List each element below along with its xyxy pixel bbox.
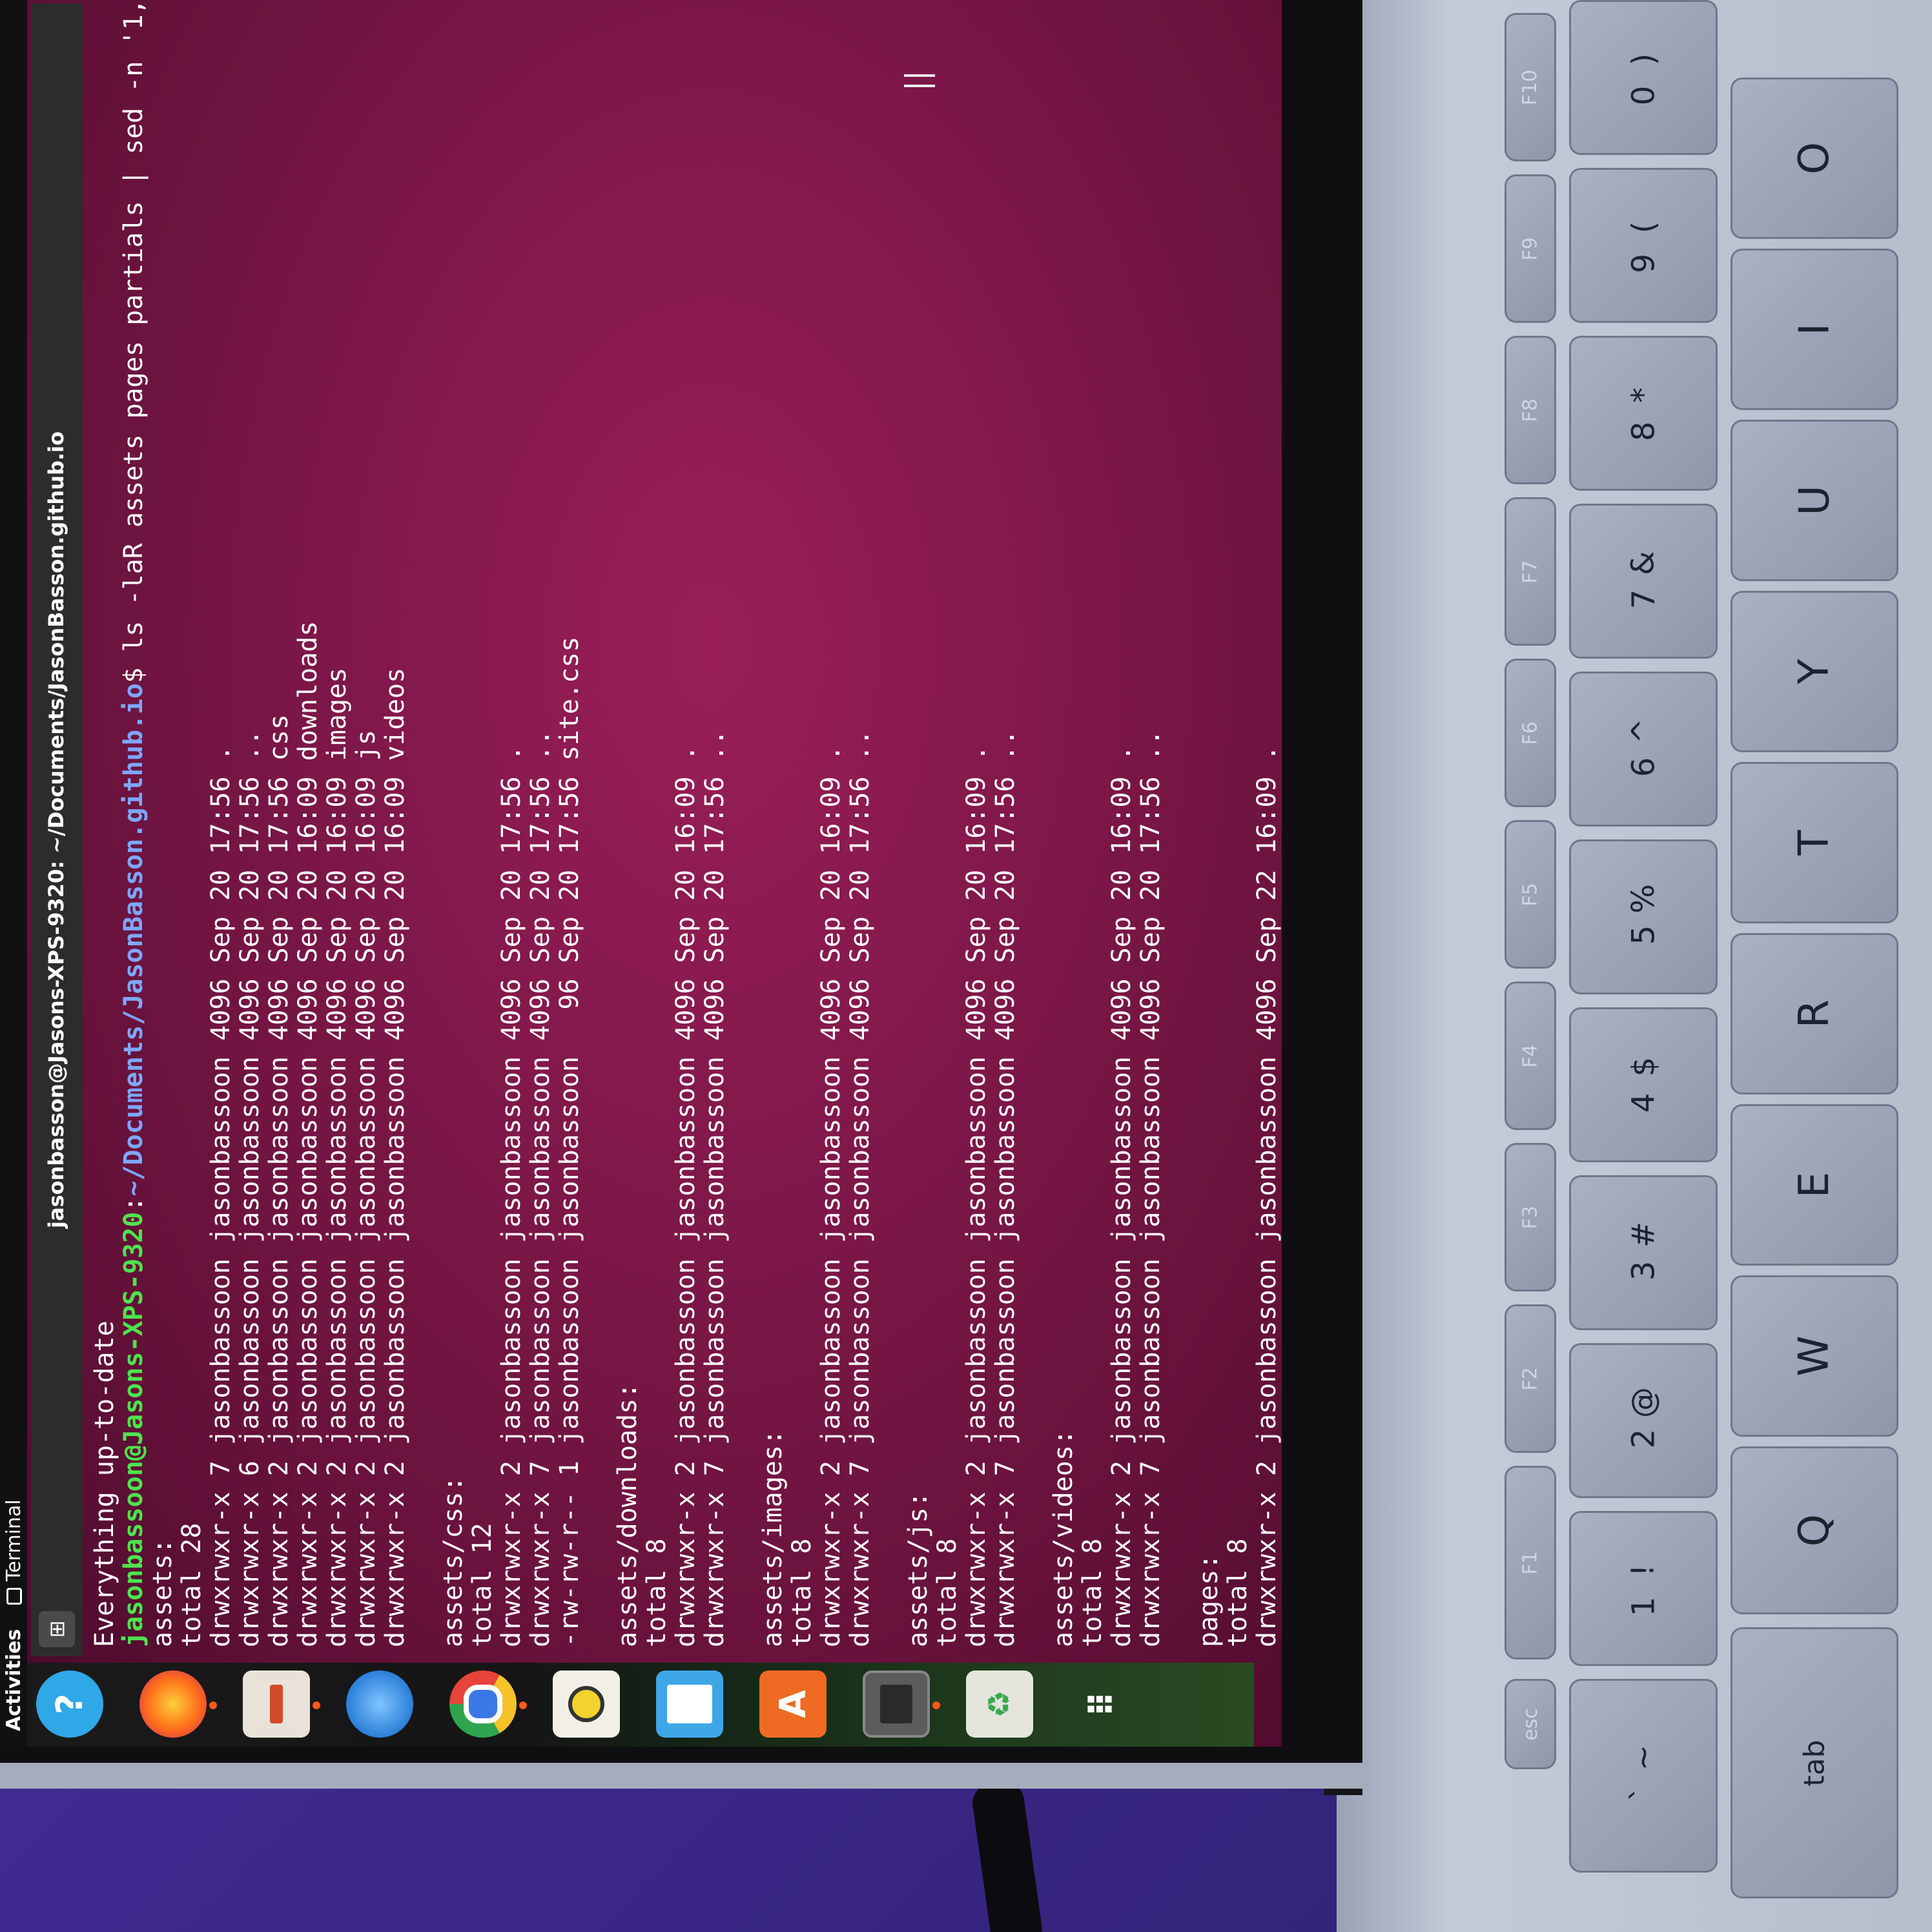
key-3[interactable]: #3 <box>1569 1175 1718 1330</box>
keyboard-deck: esc F1 F2 F3 F4 F5 F6 F7 F8 F9 F10 ~ ` ! 1… <box>1337 0 1932 1932</box>
lid-edge <box>0 1763 1369 1789</box>
command-text: ls -laR assets pages partials | sed -n '… <box>119 0 149 668</box>
running-indicator <box>519 1701 527 1709</box>
key-f5[interactable]: F5 <box>1505 820 1556 969</box>
key-f9[interactable]: F9 <box>1505 174 1556 323</box>
firefox-icon[interactable] <box>139 1670 207 1738</box>
key-0[interactable]: ) 0 <box>1569 0 1718 155</box>
running-indicator <box>932 1701 940 1709</box>
key-5[interactable]: % 5 <box>1569 839 1718 994</box>
prompt-path: ~/Documents/JasonBasson.github.io <box>119 683 149 1197</box>
key-2[interactable]: @2 <box>1569 1343 1718 1498</box>
dock: ? A ♻ ⠿ <box>27 1663 1254 1747</box>
help-icon[interactable]: ? <box>36 1670 103 1738</box>
app-menu[interactable]: Terminal <box>3 1499 25 1605</box>
terminal-icon[interactable] <box>863 1670 930 1738</box>
key-7[interactable]: & 7 <box>1569 504 1718 659</box>
thunderbird-icon[interactable] <box>346 1670 413 1738</box>
key-8[interactable]: * 8 <box>1569 336 1718 491</box>
key-6[interactable]: ^ 6 <box>1569 672 1718 827</box>
key-9[interactable]: (9 <box>1569 168 1718 323</box>
writer-icon[interactable] <box>656 1670 723 1738</box>
key-backtick[interactable]: ~ ` <box>1569 1679 1718 1873</box>
prompt-end: $ <box>119 667 149 683</box>
terminal-titlebar: ⊞ jasonbasson@Jasons-XPS-9320: ~/Documen… <box>31 3 83 1656</box>
key-f6[interactable]: F6 <box>1505 659 1556 807</box>
rhythmbox-icon[interactable] <box>553 1670 620 1738</box>
key-f2[interactable]: F2 <box>1505 1304 1556 1453</box>
key-4[interactable]: $4 <box>1569 1007 1718 1162</box>
key-f4[interactable]: F4 <box>1505 981 1556 1130</box>
terminal-content[interactable]: Everything up-to-date jasonbassoon@Jason… <box>85 0 1282 1656</box>
key-i[interactable]: I <box>1731 249 1898 410</box>
key-esc[interactable]: esc <box>1505 1679 1556 1769</box>
app-grid-icon[interactable]: ⠿ <box>1069 1670 1136 1738</box>
key-f3[interactable]: F3 <box>1505 1143 1556 1291</box>
key-q[interactable]: Q <box>1731 1446 1898 1614</box>
key-r[interactable]: R <box>1731 933 1898 1094</box>
key-o[interactable]: O <box>1731 77 1898 239</box>
key-f7[interactable]: F7 <box>1505 497 1556 646</box>
key-y[interactable]: Y <box>1731 591 1898 752</box>
laptop-screen: Activities Terminal ? A ♻ ⠿ ⊞ jasonbasso… <box>0 0 1282 1747</box>
key-f1[interactable]: F1 <box>1505 1466 1556 1660</box>
chrome-icon[interactable] <box>449 1670 517 1738</box>
activities-button[interactable]: Activities <box>3 1629 25 1731</box>
prompt-user: jasonbassoon@Jasons-XPS-9320 <box>119 1211 149 1647</box>
files-icon[interactable] <box>243 1670 310 1738</box>
key-t[interactable]: T <box>1731 762 1898 923</box>
prompt-sep: : <box>119 1196 149 1212</box>
app-menu-label: Terminal <box>3 1499 25 1581</box>
window-title: jasonbasson@Jasons-XPS-9320: ~/Documents… <box>44 431 68 1228</box>
running-indicator <box>313 1701 320 1709</box>
key-u[interactable]: U <box>1731 420 1898 581</box>
running-indicator <box>209 1701 217 1709</box>
desktop: Activities Terminal ? A ♻ ⠿ ⊞ jasonbasso… <box>0 0 1282 1747</box>
key-e[interactable]: E <box>1731 1104 1898 1266</box>
key-f8[interactable]: F8 <box>1505 336 1556 484</box>
text-cursor-icon <box>904 74 935 87</box>
top-bar: Activities Terminal <box>0 0 27 1747</box>
key-w[interactable]: W <box>1731 1275 1898 1437</box>
photo: esc F1 F2 F3 F4 F5 F6 F7 F8 F9 F10 ~ ` ! 1… <box>0 0 1932 1932</box>
status-line: Everything up-to-date <box>90 1321 119 1647</box>
command-output: assets: total 28 drwxrwxr-x 7 jasonbasso… <box>148 621 1282 1647</box>
key-tab[interactable]: tab <box>1731 1627 1898 1898</box>
trash-icon[interactable]: ♻ <box>966 1670 1033 1738</box>
terminal-icon <box>6 1588 22 1605</box>
app-center-icon[interactable]: A <box>759 1670 827 1738</box>
key-f10[interactable]: F10 <box>1505 13 1556 161</box>
key-1[interactable]: ! 1 <box>1569 1511 1718 1666</box>
